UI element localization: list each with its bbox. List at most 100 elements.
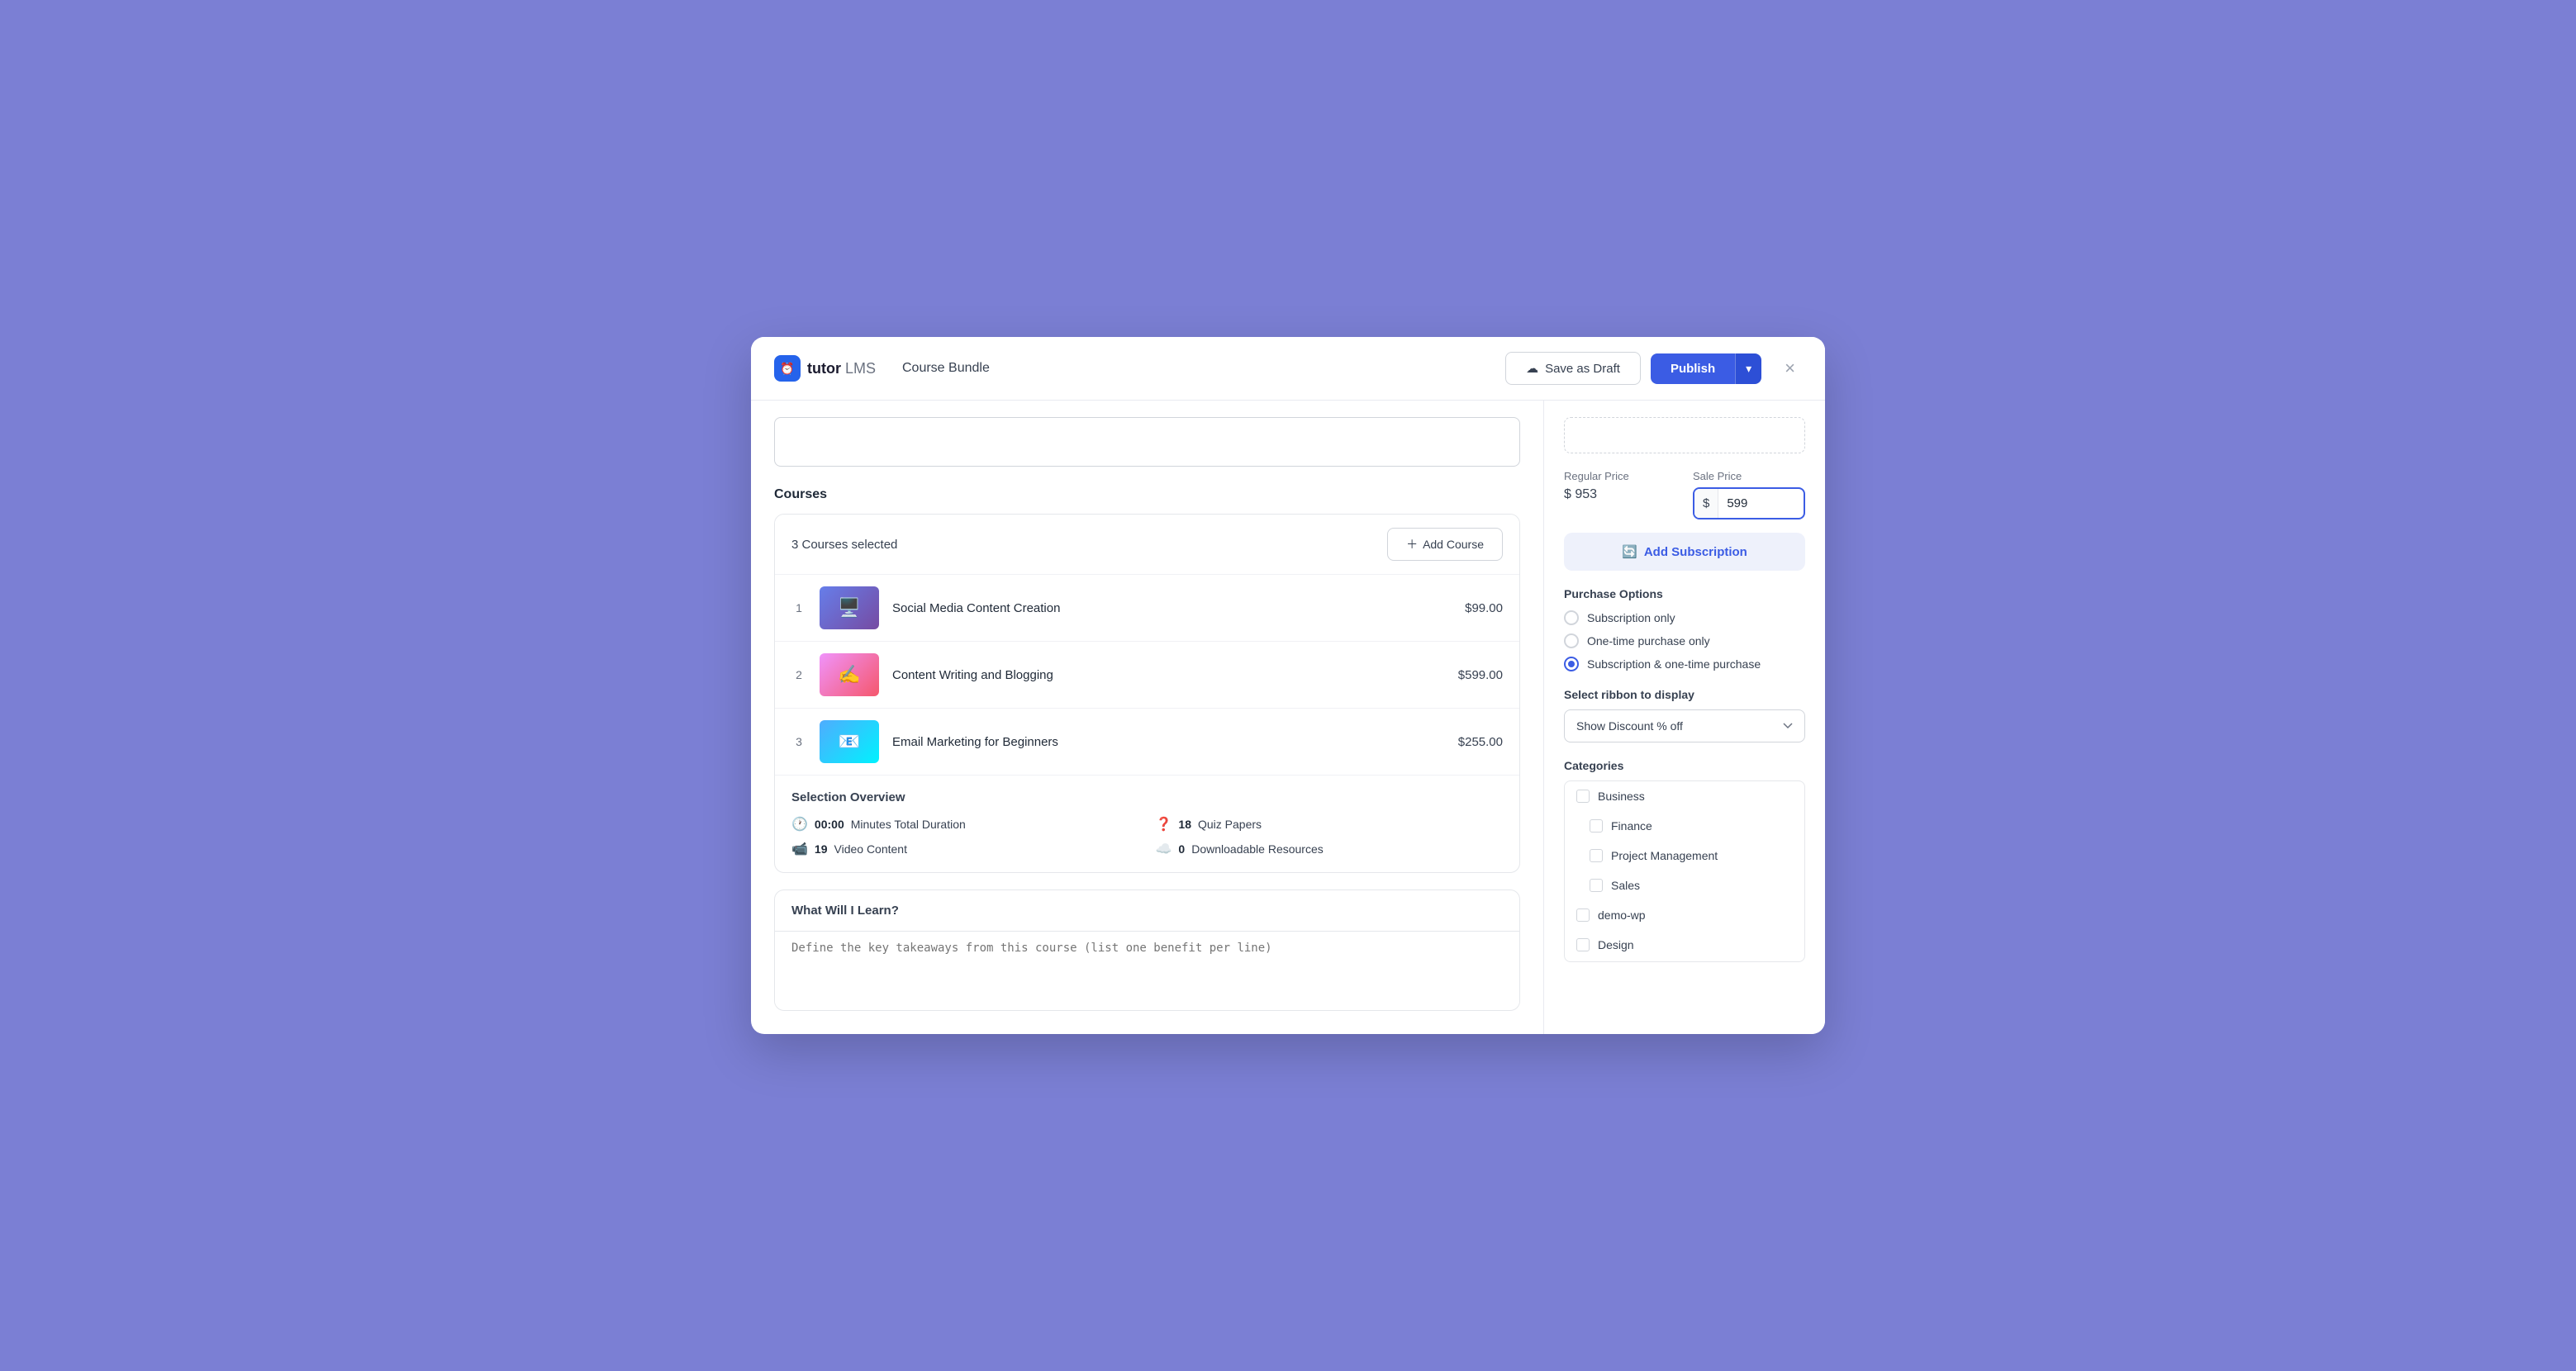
save-as-draft-button[interactable]: ☁ Save as Draft [1505,352,1641,385]
courses-count: 3 Courses selected [791,538,897,552]
category-label-finance: Finance [1611,819,1652,833]
price-row: Regular Price $ 953 Sale Price $ [1564,470,1805,519]
courses-header: 3 Courses selected ＋ Add Course [775,515,1519,574]
category-checkbox-design[interactable] [1576,938,1590,951]
learn-textarea[interactable] [775,932,1519,1006]
category-item-demo-wp[interactable]: demo-wp [1565,900,1804,930]
overview-grid: 🕐 00:00 Minutes Total Duration ❓ 18 Quiz… [791,816,1503,857]
category-item-design[interactable]: Design [1565,930,1804,960]
duration-value: 00:00 [815,818,844,831]
categories-label: Categories [1564,759,1805,772]
publish-button-group: Publish ▾ [1651,353,1761,384]
radio-subscription-only[interactable]: Subscription only [1564,610,1805,625]
logo-suffix: LMS [841,360,876,377]
regular-price-group: Regular Price $ 953 [1564,470,1676,502]
course-item: 3 📧 Email Marketing for Beginners $255.0… [775,708,1519,775]
course-price: $99.00 [1465,601,1503,615]
course-thumbnail: 🖥️ [820,586,879,629]
course-item: 2 ✍️ Content Writing and Blogging $599.0… [775,641,1519,708]
course-thumb-email: 📧 [820,720,879,763]
download-icon: ☁️ [1156,841,1172,857]
course-price: $599.00 [1458,668,1503,682]
category-item-project-management[interactable]: Project Management [1565,841,1804,871]
modal-body: Courses 3 Courses selected ＋ Add Course … [751,401,1825,1034]
logo-brand: tutor [807,360,841,377]
duration-label: Minutes Total Duration [851,818,966,831]
download-label: Downloadable Resources [1191,842,1324,856]
course-num: 3 [791,735,806,748]
course-num: 2 [791,668,806,681]
top-textarea[interactable] [774,417,1520,467]
course-item: 1 🖥️ Social Media Content Creation $99.0… [775,574,1519,641]
quiz-value: 18 [1178,818,1191,831]
category-item-sales[interactable]: Sales [1565,871,1804,900]
course-thumb-writing: ✍️ [820,653,879,696]
course-price: $255.00 [1458,735,1503,749]
subscription-icon: 🔄 [1622,544,1637,559]
add-subscription-label: Add Subscription [1644,545,1747,559]
category-item-development[interactable]: Development [1565,960,1804,962]
categories-box: Business Finance Project Management Sale… [1564,780,1805,962]
header-actions: ☁ Save as Draft Publish ▾ × [1505,352,1802,385]
radio-label-onetime-only: One-time purchase only [1587,634,1710,648]
radio-label-subscription-only: Subscription only [1587,611,1675,624]
purchase-options-label: Purchase Options [1564,587,1805,600]
course-thumb-social: 🖥️ [820,586,879,629]
publish-button[interactable]: Publish [1651,353,1735,384]
video-value: 19 [815,842,828,856]
logo-text: tutor LMS [807,360,876,377]
learn-section: What Will I Learn? [774,889,1520,1011]
add-course-label: Add Course [1423,538,1484,551]
right-panel: Regular Price $ 953 Sale Price $ 🔄 Add S… [1544,401,1825,1034]
radio-onetime-only[interactable]: One-time purchase only [1564,633,1805,648]
sale-currency: $ [1694,489,1718,518]
overview-item-duration: 🕐 00:00 Minutes Total Duration [791,816,1139,833]
category-label-sales: Sales [1611,879,1640,892]
regular-price-label: Regular Price [1564,470,1676,482]
sale-price-label: Sale Price [1693,470,1805,482]
courses-section-label: Courses [774,487,1520,502]
radio-circle-onetime-only [1564,633,1579,648]
sale-input-wrap: $ [1693,487,1805,519]
course-num: 1 [791,601,806,614]
modal-header: ⏰ tutor LMS Course Bundle ☁ Save as Draf… [751,337,1825,401]
purchase-options-group: Subscription only One-time purchase only… [1564,610,1805,671]
course-name: Social Media Content Creation [892,601,1452,615]
radio-both[interactable]: Subscription & one-time purchase [1564,657,1805,671]
ribbon-select[interactable]: Show Discount % off None Best Seller New… [1564,709,1805,742]
category-checkbox-demo-wp[interactable] [1576,908,1590,922]
overview-item-video: 📹 19 Video Content [791,841,1139,857]
selection-overview: Selection Overview 🕐 00:00 Minutes Total… [775,775,1519,872]
clock-icon: 🕐 [791,816,808,833]
modal-container: ⏰ tutor LMS Course Bundle ☁ Save as Draf… [751,337,1825,1034]
sale-price-input[interactable] [1718,489,1785,518]
category-checkbox-business[interactable] [1576,790,1590,803]
category-checkbox-sales[interactable] [1590,879,1603,892]
plus-icon: ＋ [1406,536,1418,553]
overview-item-quiz: ❓ 18 Quiz Papers [1156,816,1504,833]
category-checkbox-project-management[interactable] [1590,849,1603,862]
page-title: Course Bundle [889,361,1492,376]
add-course-button[interactable]: ＋ Add Course [1387,528,1503,561]
logo-area: ⏰ tutor LMS [774,355,876,382]
add-subscription-button[interactable]: 🔄 Add Subscription [1564,533,1805,571]
video-label: Video Content [834,842,907,856]
cloud-icon: ☁ [1526,361,1538,376]
publish-dropdown-button[interactable]: ▾ [1735,353,1761,384]
category-label-design: Design [1598,938,1634,951]
category-item-finance[interactable]: Finance [1565,811,1804,841]
chevron-down-icon: ▾ [1746,362,1751,375]
close-button[interactable]: × [1778,354,1802,382]
category-checkbox-finance[interactable] [1590,819,1603,833]
course-thumbnail: ✍️ [820,653,879,696]
category-label-project-management: Project Management [1611,849,1718,862]
overview-item-download: ☁️ 0 Downloadable Resources [1156,841,1504,857]
radio-circle-subscription-only [1564,610,1579,625]
save-draft-label: Save as Draft [1545,362,1620,376]
category-item-business[interactable]: Business [1565,781,1804,811]
top-input-field[interactable] [1564,417,1805,453]
course-name: Content Writing and Blogging [892,668,1445,682]
question-icon: ❓ [1156,816,1172,833]
selection-overview-title: Selection Overview [791,790,1503,804]
video-icon: 📹 [791,841,808,857]
